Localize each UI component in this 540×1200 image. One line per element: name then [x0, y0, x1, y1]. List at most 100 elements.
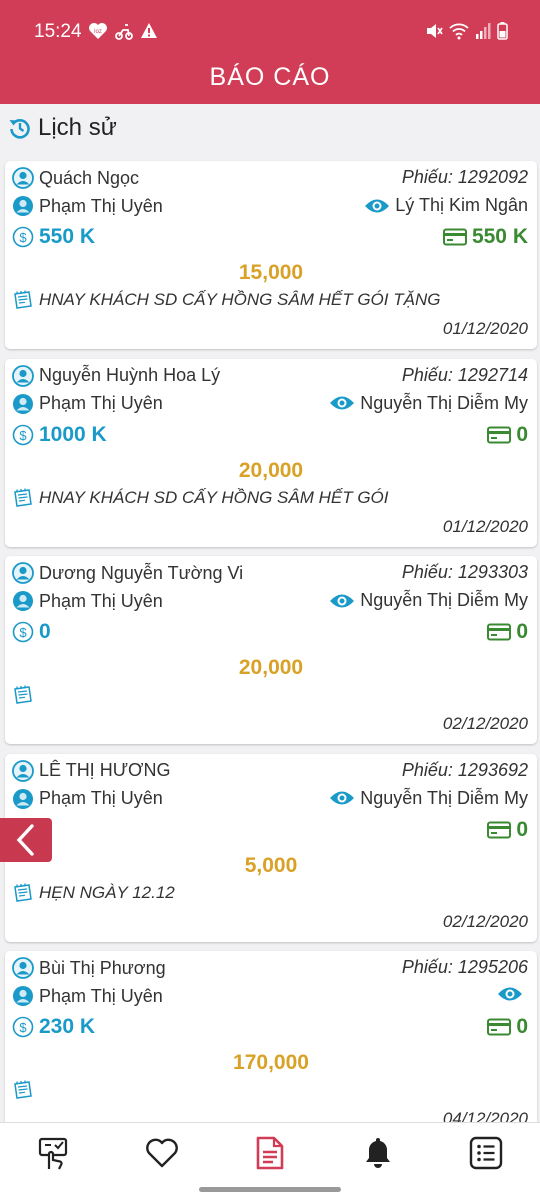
dollar-icon: $ [12, 621, 34, 643]
ticket-number: Phiếu: 1292092 [401, 167, 528, 187]
viewer-name: Nguyễn Thị Diễm My [360, 392, 528, 413]
report-list[interactable]: Quách Ngọc Phiếu: 1292092 Phạm Thị Uyên … [5, 161, 537, 1149]
heart-icon [146, 1138, 178, 1168]
wifi-icon [449, 23, 469, 40]
svg-text:$: $ [19, 230, 27, 245]
svg-text:$: $ [19, 428, 27, 443]
dollar-icon: $ [12, 424, 34, 445]
report-card[interactable]: LÊ THỊ HƯƠNG Phiếu: 1293692 Phạm Thị Uyê… [5, 753, 537, 942]
cash-amount: 230 K [39, 1015, 96, 1038]
card-amount: 0 [516, 422, 528, 446]
eye-icon [330, 791, 355, 805]
eye-icon [498, 987, 522, 1001]
staff-name: Phạm Thị Uyên [39, 985, 163, 1006]
customer-name: Bùi Thị Phương [39, 957, 166, 978]
cash-amount: 1000 K [39, 422, 107, 446]
credit-card-icon [442, 228, 467, 246]
card-amount: 0 [516, 1015, 528, 1038]
eye-icon [330, 594, 355, 607]
staff-icon [13, 196, 33, 216]
history-label: Lịch sử [38, 114, 117, 141]
bell-icon [366, 1138, 390, 1168]
credit-card-icon [487, 426, 512, 443]
report-card[interactable]: Nguyễn Huỳnh Hoa Lý Phiếu: 1292714 Phạm … [5, 358, 537, 547]
staff-name: Phạm Thị Uyên [39, 195, 163, 216]
staff-name: Phạm Thị Uyên [39, 393, 163, 413]
ticket-number: Phiếu: 1292714 [401, 364, 528, 385]
ticket-number: Phiếu: 1293303 [401, 562, 528, 582]
card-amount: 0 [516, 620, 528, 643]
nav-item-notifications[interactable] [358, 1133, 398, 1173]
list-menu-icon [469, 1136, 503, 1170]
status-time: 15:24 [34, 21, 82, 42]
credit-card-icon [487, 1018, 512, 1036]
note-text: HNAY KHÁCH SD CẤY HỒNG SÂM HẾT GÓI [39, 487, 389, 507]
staff-icon [13, 986, 33, 1006]
service-amount: 5,000 [244, 853, 298, 877]
staff-icon [13, 393, 33, 414]
report-date: 02/12/2020 [442, 911, 528, 931]
report-document-icon [256, 1136, 284, 1170]
ticket-number: Phiếu: 1295206 [401, 957, 528, 977]
note-icon [14, 1080, 32, 1099]
note-text: HNAY KHÁCH SD CẤY HỒNG SÂM HẾT GÓI TẶNG [39, 290, 441, 309]
lazada-notification-icon: loz [89, 23, 107, 39]
touch-checklist-icon [38, 1137, 68, 1170]
nav-item-menu[interactable] [466, 1133, 506, 1173]
service-amount: 170,000 [233, 1051, 309, 1074]
report-card[interactable]: Bùi Thị Phương Phiếu: 1295206 Phạm Thị U… [5, 951, 537, 1139]
dollar-icon: $ [12, 1016, 34, 1038]
customer-icon [12, 562, 34, 584]
eye-icon [365, 199, 390, 212]
viewer-name: Nguyễn Thị Diễm My [360, 590, 528, 610]
staff-icon [13, 591, 33, 611]
history-section-title: Lịch sử [8, 114, 117, 142]
svg-text:$: $ [19, 625, 27, 640]
nav-item-favorites[interactable] [142, 1133, 182, 1173]
svg-text:loz: loz [94, 29, 102, 35]
delivery-scooter-icon [115, 24, 133, 40]
report-date: 01/12/2020 [442, 516, 528, 536]
home-indicator[interactable] [199, 1187, 341, 1192]
battery-icon [497, 22, 508, 40]
customer-name: LÊ THỊ HƯƠNG [39, 760, 171, 780]
card-amount: 0 [516, 817, 528, 841]
warning-icon [141, 23, 157, 38]
report-card[interactable]: Quách Ngọc Phiếu: 1292092 Phạm Thị Uyên … [5, 161, 537, 349]
page-title: BÁO CÁO [209, 63, 331, 91]
staff-icon [13, 788, 33, 809]
nav-item-checklist[interactable] [34, 1133, 74, 1173]
note-icon [14, 290, 32, 309]
staff-name: Phạm Thị Uyên [39, 788, 163, 808]
chevron-left-icon [16, 824, 34, 856]
status-bar: 15:24 loz [0, 0, 540, 64]
cash-amount: 550 K [39, 225, 96, 248]
back-button[interactable] [0, 818, 52, 862]
ticket-number: Phiếu: 1293692 [401, 759, 528, 780]
note-icon [14, 685, 32, 704]
credit-card-icon [487, 821, 512, 838]
service-amount: 15,000 [238, 261, 304, 284]
customer-name: Dương Nguyễn Tường Vi [39, 562, 244, 583]
viewer-name: Nguyễn Thị Diễm My [360, 787, 528, 808]
customer-icon [12, 759, 34, 782]
mute-icon [427, 24, 443, 38]
staff-name: Phạm Thị Uyên [39, 590, 163, 611]
service-amount: 20,000 [238, 656, 304, 679]
app-header: 15:24 loz BÁO CÁO [0, 0, 540, 104]
signal-icon [476, 23, 491, 39]
dollar-icon: $ [12, 226, 34, 248]
history-icon [9, 119, 30, 139]
note-text: HẸN NGÀY 12.12 [39, 882, 175, 902]
note-icon [14, 488, 32, 507]
eye-icon [330, 396, 355, 410]
card-amount: 550 K [471, 225, 528, 248]
report-date: 02/12/2020 [442, 714, 528, 733]
customer-name: Nguyễn Huỳnh Hoa Lý [39, 365, 221, 385]
customer-icon [12, 957, 34, 979]
report-card[interactable]: Dương Nguyễn Tường Vi Phiếu: 1293303 Phạ… [5, 556, 537, 744]
nav-item-report[interactable] [250, 1133, 290, 1173]
viewer-name: Lý Thị Kim Ngân [395, 195, 528, 215]
customer-icon [12, 364, 34, 387]
note-icon [14, 883, 32, 902]
